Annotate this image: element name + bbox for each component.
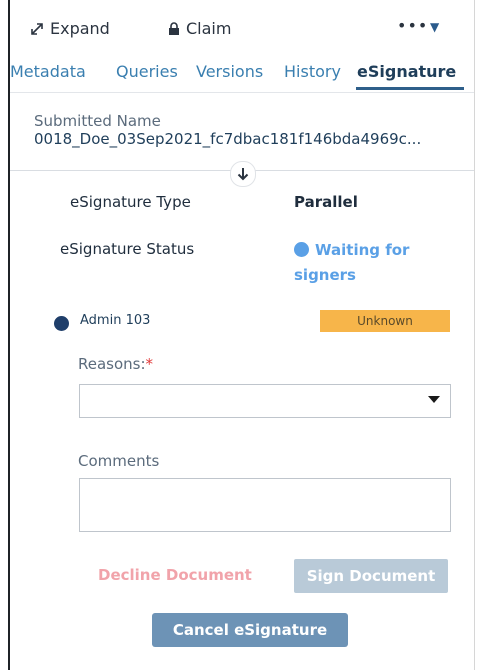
more-label: ••• (397, 16, 429, 35)
tab-esignature[interactable]: eSignature (357, 62, 456, 81)
claim-label: Claim (186, 19, 232, 38)
arrow-down-icon[interactable] (230, 161, 256, 187)
expand-label: Expand (50, 19, 110, 38)
expand-button[interactable]: Expand (30, 19, 110, 38)
lock-icon (168, 21, 180, 36)
esignature-status-label: eSignature Status (60, 240, 195, 258)
cancel-esignature-button[interactable]: Cancel eSignature (152, 613, 348, 647)
status-text: Waiting for signers (294, 241, 410, 284)
tab-versions[interactable]: Versions (196, 62, 263, 81)
submitted-name-value: 0018_Doe_03Sep2021_fc7dbac181f146bda4969… (34, 130, 422, 148)
expand-arrows-icon (30, 22, 44, 36)
tab-bar: Metadata Queries Versions History eSigna… (10, 58, 474, 90)
tab-queries[interactable]: Queries (116, 62, 178, 81)
comments-field[interactable] (79, 478, 451, 532)
active-tab-indicator (356, 87, 464, 90)
status-dot-icon (294, 242, 309, 257)
caret-down-icon[interactable]: ▼ (430, 20, 439, 34)
tabs-divider (10, 92, 474, 93)
sign-document-button[interactable]: Sign Document (294, 559, 448, 593)
decline-document-button[interactable]: Decline Document (98, 566, 252, 584)
required-mark: * (145, 355, 154, 373)
tab-metadata[interactable]: Metadata (10, 62, 86, 81)
tab-history[interactable]: History (284, 62, 341, 81)
comments-label: Comments (78, 452, 160, 470)
reasons-label-text: Reasons: (78, 355, 146, 373)
esignature-type-value: Parallel (294, 193, 358, 211)
reasons-select[interactable] (79, 384, 451, 418)
caret-down-icon (428, 396, 440, 403)
esignature-type-label: eSignature Type (70, 193, 191, 211)
esignature-status-value: Waiting for signers (294, 238, 434, 288)
esignature-panel: Expand Claim ••• ▼ Metadata Queries Vers… (8, 0, 475, 670)
reasons-label: Reasons:* (78, 355, 153, 373)
claim-button[interactable]: Claim (168, 19, 231, 38)
signer-avatar-dot (54, 316, 69, 331)
signer-name: Admin 103 (80, 313, 151, 328)
toolbar: Expand Claim ••• ▼ (10, 0, 474, 60)
submitted-name-label: Submitted Name (34, 112, 161, 130)
more-options-button[interactable]: ••• (397, 16, 428, 35)
signer-status-badge: Unknown (320, 310, 450, 332)
